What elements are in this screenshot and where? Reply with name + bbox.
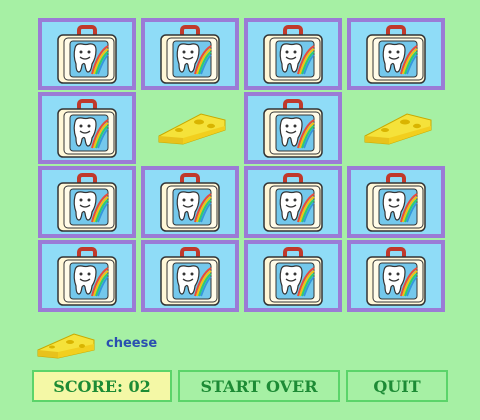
- start-over-button[interactable]: START OVER: [178, 370, 340, 402]
- memory-card[interactable]: [141, 240, 239, 312]
- memory-card[interactable]: [38, 18, 136, 90]
- memory-card[interactable]: [141, 18, 239, 90]
- memory-card[interactable]: [141, 166, 239, 238]
- quit-button[interactable]: QUIT: [346, 370, 448, 402]
- memory-card[interactable]: [244, 240, 342, 312]
- memory-card[interactable]: [244, 92, 342, 164]
- memory-card[interactable]: [244, 18, 342, 90]
- memory-card[interactable]: [347, 18, 445, 90]
- matched-card: [141, 92, 239, 164]
- memory-card[interactable]: [38, 166, 136, 238]
- match-label: cheese: [106, 336, 158, 351]
- memory-card[interactable]: [347, 240, 445, 312]
- memory-card[interactable]: [347, 166, 445, 238]
- score-display: SCORE: 02: [32, 370, 172, 402]
- cheese-icon: [37, 333, 95, 359]
- matched-card: [347, 92, 445, 164]
- memory-game-board: [38, 18, 448, 316]
- memory-card[interactable]: [244, 166, 342, 238]
- memory-card[interactable]: [38, 92, 136, 164]
- last-match-info: cheese: [34, 330, 234, 362]
- memory-card[interactable]: [38, 240, 136, 312]
